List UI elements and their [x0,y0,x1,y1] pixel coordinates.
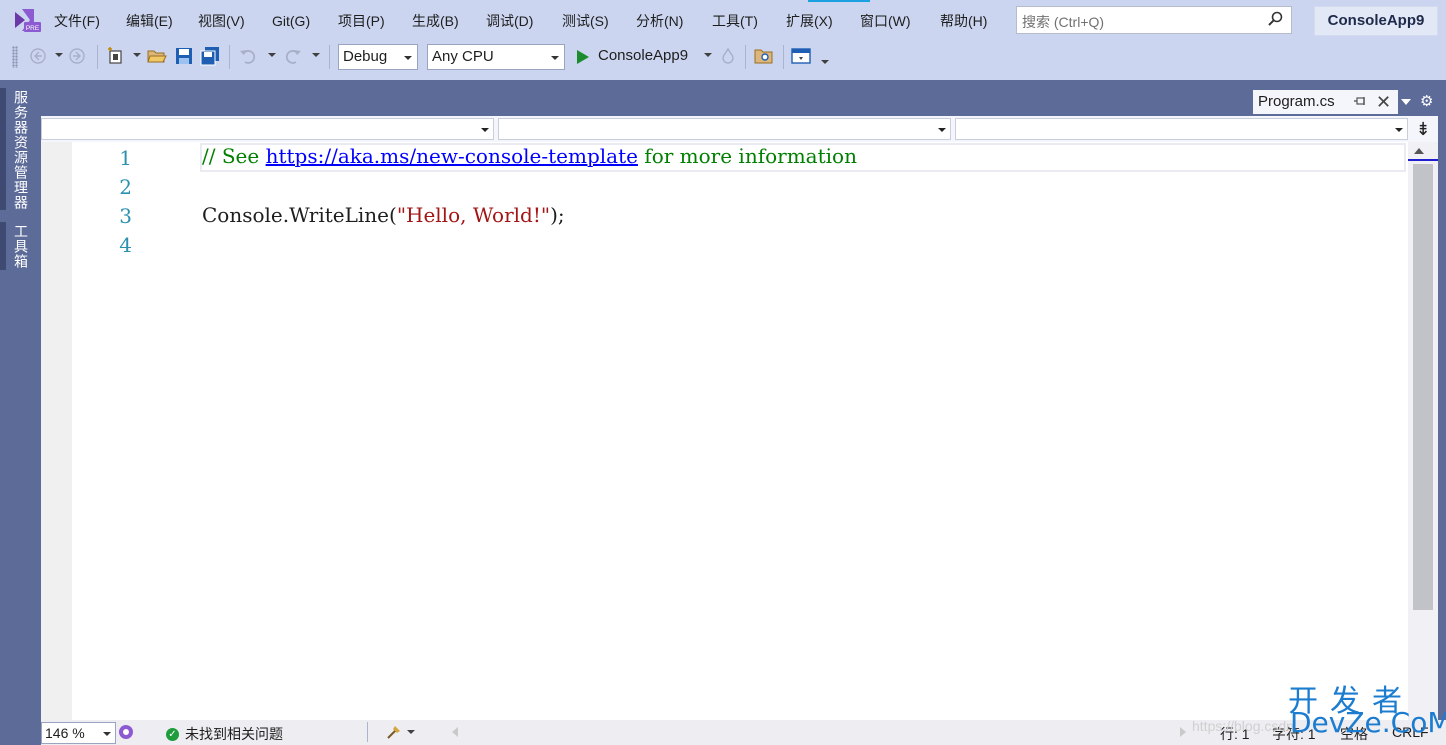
toolbox-tab[interactable]: 工具箱 [10,224,32,269]
navigate-back-icon[interactable] [28,45,48,67]
split-window-icon[interactable]: ⇟ [1410,118,1436,142]
solution-platform-select[interactable]: Any CPU [427,44,565,70]
menu-view[interactable]: 视图(V) [198,10,245,32]
browse-folder-icon[interactable] [754,45,774,67]
toolbar-separator [229,45,230,69]
cleanup-dropdown-icon[interactable] [407,730,415,734]
issues-text: 未找到相关问题 [185,726,283,742]
toolbar-options-icon[interactable] [821,60,829,64]
scroll-left-icon[interactable] [452,727,458,737]
scroll-up-icon[interactable] [1414,148,1424,154]
watermark-logo-en: DevZe.CoM [1290,706,1446,739]
chevron-down-icon [404,56,412,60]
configuration-value: Debug [343,48,388,65]
code-text: Console.WriteLine( [202,203,397,227]
navigate-forward-icon[interactable] [67,45,87,67]
menu-window[interactable]: 窗口(W) [860,10,911,32]
search-input[interactable]: 搜索 (Ctrl+Q) [1016,6,1292,34]
scroll-right-icon[interactable] [1180,727,1186,737]
member-dropdown[interactable] [955,118,1408,140]
zoom-value: 146 % [45,725,85,741]
solution-name-badge[interactable]: ConsoleApp9 [1314,6,1438,36]
toolbar-grip[interactable] [12,46,18,68]
check-circle-icon: ✓ [166,727,179,741]
status-separator [367,722,368,742]
run-dropdown-icon[interactable] [704,53,712,57]
undo-icon[interactable] [238,45,258,67]
template-link[interactable]: https://aka.ms/new-console-template [266,144,638,168]
accent-indicator [808,0,870,2]
side-tab-indicator [0,222,6,270]
code-line-1[interactable]: // See https://aka.ms/new-console-templa… [202,142,857,171]
logo-badge: PRE [26,25,40,32]
undo-dropdown-icon[interactable] [268,53,276,57]
code-line-3[interactable]: Console.WriteLine("Hello, World!"); [202,201,565,230]
new-dropdown-icon[interactable] [133,53,141,57]
string-literal: "Hello, World!" [396,203,551,227]
solution-configuration-select[interactable]: Debug [338,44,418,70]
run-target-label[interactable]: ConsoleApp9 [598,47,688,64]
chevron-down-icon [103,732,111,736]
type-dropdown[interactable] [498,118,951,140]
line-number: 2 [119,175,132,199]
watermark-url: https://blog.csdn... [1192,718,1306,734]
menu-build[interactable]: 生成(B) [412,10,459,32]
menu-edit[interactable]: 编辑(E) [126,10,173,32]
chevron-down-icon [481,128,489,132]
comment-text: // See [202,144,266,168]
code-text: ); [550,203,565,227]
start-debugging-icon[interactable] [573,46,593,68]
new-project-icon[interactable] [106,45,126,67]
comment-text: for more information [637,144,857,168]
menu-extensions[interactable]: 扩展(X) [786,10,833,32]
search-icon[interactable] [1267,11,1283,30]
hot-reload-icon[interactable] [718,45,738,67]
toolbar-separator [329,45,330,69]
menu-help[interactable]: 帮助(H) [940,10,987,32]
save-all-icon[interactable] [200,45,220,67]
zoom-select[interactable]: 146 % [41,722,116,744]
toolbar-separator [783,45,784,69]
open-folder-icon[interactable] [147,45,167,67]
back-dropdown-icon[interactable] [55,53,63,57]
tab-program-cs[interactable]: Program.cs ✕ [1253,90,1398,114]
menu-git[interactable]: Git(G) [272,10,310,32]
line-number: 1 [119,146,132,170]
search-placeholder: 搜索 (Ctrl+Q) [1022,14,1105,30]
menu-tools[interactable]: 工具(T) [712,10,758,32]
redo-icon[interactable] [283,45,303,67]
code-cleanup-icon[interactable] [386,724,402,743]
menu-file[interactable]: 文件(F) [54,10,100,32]
menu-project[interactable]: 项目(P) [338,10,385,32]
menu-analyze[interactable]: 分析(N) [636,10,683,32]
toolbar-separator [97,45,98,69]
close-tab-icon[interactable]: ✕ [1376,92,1391,112]
redo-dropdown-icon[interactable] [312,53,320,57]
server-explorer-tab[interactable]: 服务器资源管理器 [10,90,32,210]
chevron-down-icon [938,128,946,132]
line-number: 3 [119,204,132,228]
intellicode-icon[interactable] [118,724,134,743]
issues-indicator[interactable]: ✓ 未找到相关问题 [166,724,283,744]
caret-position-marker [1408,159,1438,161]
pin-icon[interactable] [1353,95,1367,112]
tab-title: Program.cs [1258,93,1335,110]
window-layout-icon[interactable] [791,45,811,67]
platform-value: Any CPU [432,48,494,65]
menu-debug[interactable]: 调试(D) [486,10,533,32]
save-icon[interactable] [174,45,194,67]
visual-studio-logo-icon[interactable]: PRE [12,6,42,34]
gear-icon[interactable]: ⚙ [1420,92,1433,110]
scrollbar-thumb[interactable] [1413,164,1433,610]
tab-list-dropdown-icon[interactable] [1401,99,1411,105]
menu-test[interactable]: 测试(S) [562,10,609,32]
glyph-margin[interactable] [41,142,72,720]
project-dropdown[interactable] [41,118,494,140]
chevron-down-icon [551,56,559,60]
chevron-down-icon [1395,128,1403,132]
side-tab-indicator [0,88,6,210]
toolbar-separator [745,45,746,69]
line-number: 4 [119,233,132,257]
